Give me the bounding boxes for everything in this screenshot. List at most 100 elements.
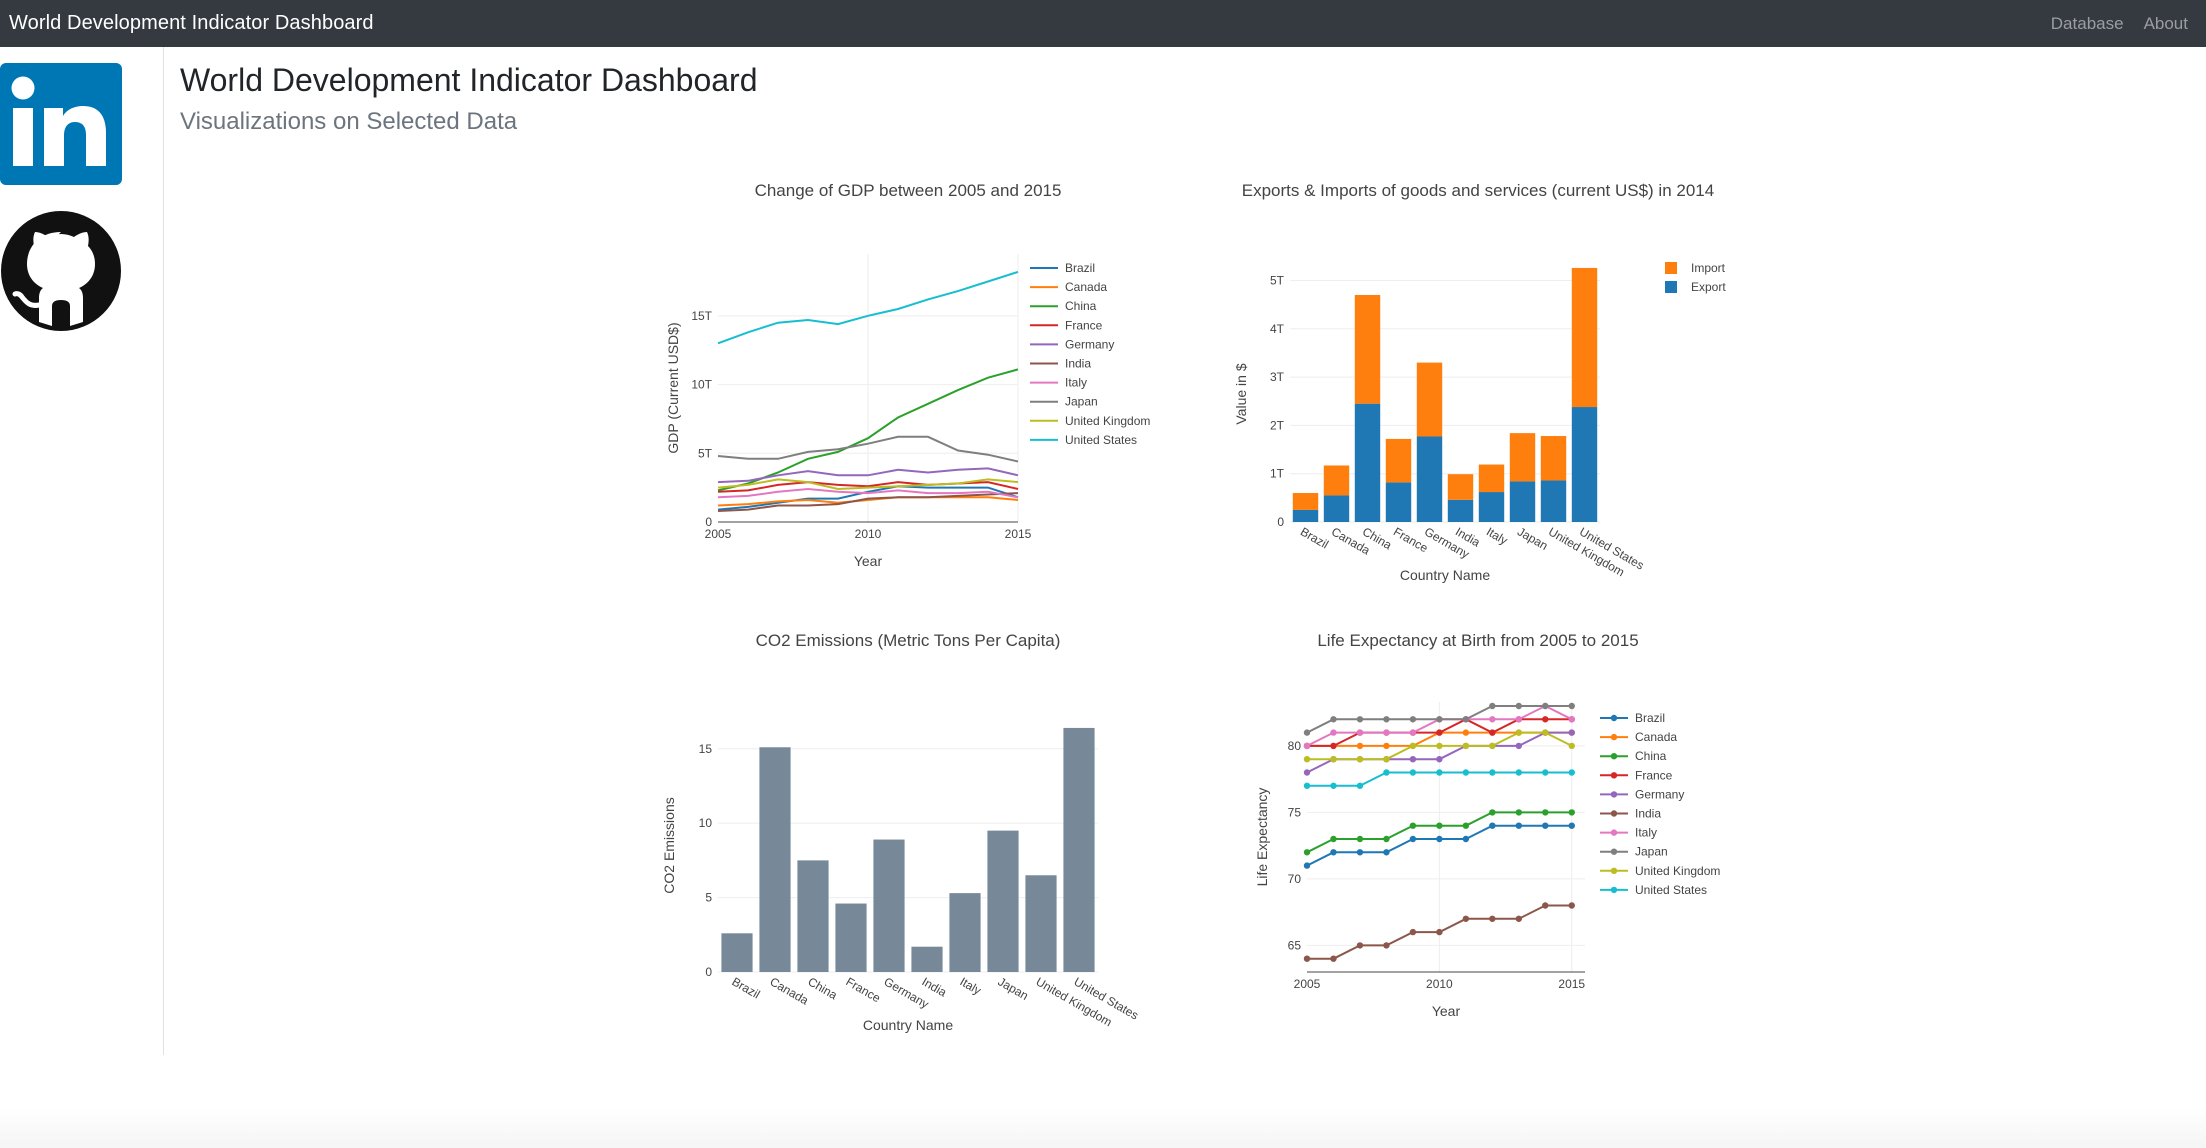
data-point-india bbox=[1436, 928, 1443, 936]
data-point-italy bbox=[1303, 742, 1311, 750]
bar-italy bbox=[949, 893, 981, 972]
bar-import-brazil bbox=[1292, 493, 1319, 510]
data-point-india bbox=[1383, 942, 1390, 949]
legend-marker bbox=[1610, 886, 1618, 894]
y-tick-label: 15T bbox=[691, 309, 712, 323]
gdp-line-chart: Change of GDP between 2005 and 201505T10… bbox=[665, 181, 1150, 569]
legend-label: Japan bbox=[1065, 395, 1098, 409]
x-tick-label: 2015 bbox=[1005, 527, 1032, 541]
nav-link-about[interactable]: About bbox=[2144, 14, 2188, 34]
data-point-japan bbox=[1303, 729, 1311, 736]
data-point-germany bbox=[1515, 742, 1523, 750]
y-tick-label: 10T bbox=[691, 378, 712, 392]
page-bottom bbox=[0, 1108, 2206, 1148]
y-axis-title: GDP (Current USD$) bbox=[665, 322, 681, 453]
data-point-china bbox=[1330, 835, 1337, 843]
chart-title: CO2 Emissions (Metric Tons Per Capita) bbox=[756, 631, 1061, 650]
bar-united-kingdom bbox=[1025, 875, 1057, 972]
bar-import-united-kingdom bbox=[1540, 436, 1567, 481]
navbar-brand[interactable]: World Development Indicator Dashboard bbox=[9, 12, 374, 35]
chart-title: Exports & Imports of goods and services … bbox=[1242, 181, 1714, 200]
data-point-china bbox=[1356, 835, 1364, 843]
legend-marker bbox=[1610, 867, 1618, 874]
y-tick-label: 65 bbox=[1288, 938, 1302, 952]
x-axis-title: Country Name bbox=[1400, 567, 1490, 583]
data-point-italy bbox=[1409, 729, 1417, 736]
y-tick-label: 1T bbox=[1270, 467, 1285, 481]
data-point-china bbox=[1568, 809, 1575, 816]
y-tick-label: 5T bbox=[698, 446, 713, 460]
legend-label: France bbox=[1635, 768, 1673, 782]
legend-marker bbox=[1610, 829, 1618, 836]
legend-marker bbox=[1610, 848, 1618, 855]
x-tick-label: France bbox=[844, 974, 884, 1005]
life-expectancy-line-chart: Life Expectancy at Birth from 2005 to 20… bbox=[1254, 631, 1720, 1019]
chart-title: Change of GDP between 2005 and 2015 bbox=[755, 181, 1062, 200]
legend-swatch bbox=[1665, 262, 1677, 274]
data-point-india bbox=[1409, 928, 1417, 936]
data-point-united-states bbox=[1383, 769, 1390, 776]
data-point-united-states bbox=[1303, 782, 1311, 789]
x-axis-title: Year bbox=[854, 553, 883, 569]
legend-label: Canada bbox=[1065, 280, 1107, 294]
bar-export-canada bbox=[1323, 495, 1350, 522]
legend-label: Italy bbox=[1065, 376, 1087, 390]
legend-label: United Kingdom bbox=[1635, 864, 1720, 878]
legend-label: Import bbox=[1691, 261, 1726, 275]
data-point-united-kingdom bbox=[1542, 729, 1549, 736]
y-tick-label: 80 bbox=[1288, 739, 1302, 753]
legend-label: Canada bbox=[1635, 730, 1677, 744]
legend-label: Italy bbox=[1635, 826, 1657, 840]
data-point-italy bbox=[1489, 716, 1496, 723]
bar-japan bbox=[987, 830, 1019, 972]
data-point-italy bbox=[1383, 729, 1390, 736]
data-point-china bbox=[1515, 809, 1523, 816]
data-point-india bbox=[1356, 942, 1364, 949]
data-point-italy bbox=[1330, 729, 1337, 736]
data-point-united-kingdom bbox=[1489, 742, 1496, 750]
x-tick-label: Italy bbox=[958, 974, 984, 997]
data-point-japan bbox=[1409, 716, 1417, 723]
linkedin-icon[interactable] bbox=[0, 63, 122, 185]
data-point-india bbox=[1462, 915, 1470, 922]
legend-swatch bbox=[1665, 281, 1677, 293]
data-point-japan bbox=[1542, 702, 1549, 710]
bar-import-japan bbox=[1509, 433, 1536, 482]
bar-import-india bbox=[1447, 474, 1474, 500]
data-point-united-kingdom bbox=[1462, 742, 1470, 750]
data-point-united-states bbox=[1515, 769, 1523, 776]
nav-link-database[interactable]: Database bbox=[2051, 14, 2124, 34]
data-point-brazil bbox=[1409, 835, 1417, 843]
bar-import-canada bbox=[1323, 465, 1350, 496]
bar-brazil bbox=[721, 933, 753, 972]
legend-label: India bbox=[1065, 357, 1091, 371]
data-point-japan bbox=[1489, 702, 1496, 710]
data-point-brazil bbox=[1462, 835, 1470, 843]
legend-label: United States bbox=[1635, 883, 1707, 897]
data-point-united-states bbox=[1489, 769, 1496, 776]
y-tick-label: 0 bbox=[1277, 515, 1284, 529]
bar-canada bbox=[759, 747, 791, 972]
bar-india bbox=[911, 946, 943, 972]
data-point-china bbox=[1383, 835, 1390, 843]
data-point-germany bbox=[1409, 755, 1417, 763]
legend-label: Japan bbox=[1635, 845, 1668, 859]
y-tick-label: 75 bbox=[1288, 805, 1302, 819]
github-icon[interactable] bbox=[0, 210, 122, 332]
data-point-italy bbox=[1568, 716, 1575, 723]
data-point-india bbox=[1303, 955, 1311, 962]
legend-label: India bbox=[1635, 807, 1661, 821]
y-tick-label: 5T bbox=[1270, 273, 1285, 287]
y-tick-label: 15 bbox=[699, 742, 713, 756]
data-point-japan bbox=[1436, 716, 1443, 723]
y-axis-title: Value in $ bbox=[1233, 363, 1249, 424]
x-tick-label: Brazil bbox=[730, 974, 763, 1001]
bar-germany bbox=[873, 839, 905, 972]
bar-export-china bbox=[1354, 403, 1381, 522]
data-point-canada bbox=[1383, 742, 1390, 750]
bar-export-germany bbox=[1416, 436, 1443, 522]
x-tick-label: 2005 bbox=[1294, 977, 1321, 991]
bar-export-united-states bbox=[1571, 407, 1598, 522]
y-axis-title: CO2 Emissions bbox=[661, 797, 677, 893]
navbar-links: Database About bbox=[2051, 14, 2188, 34]
